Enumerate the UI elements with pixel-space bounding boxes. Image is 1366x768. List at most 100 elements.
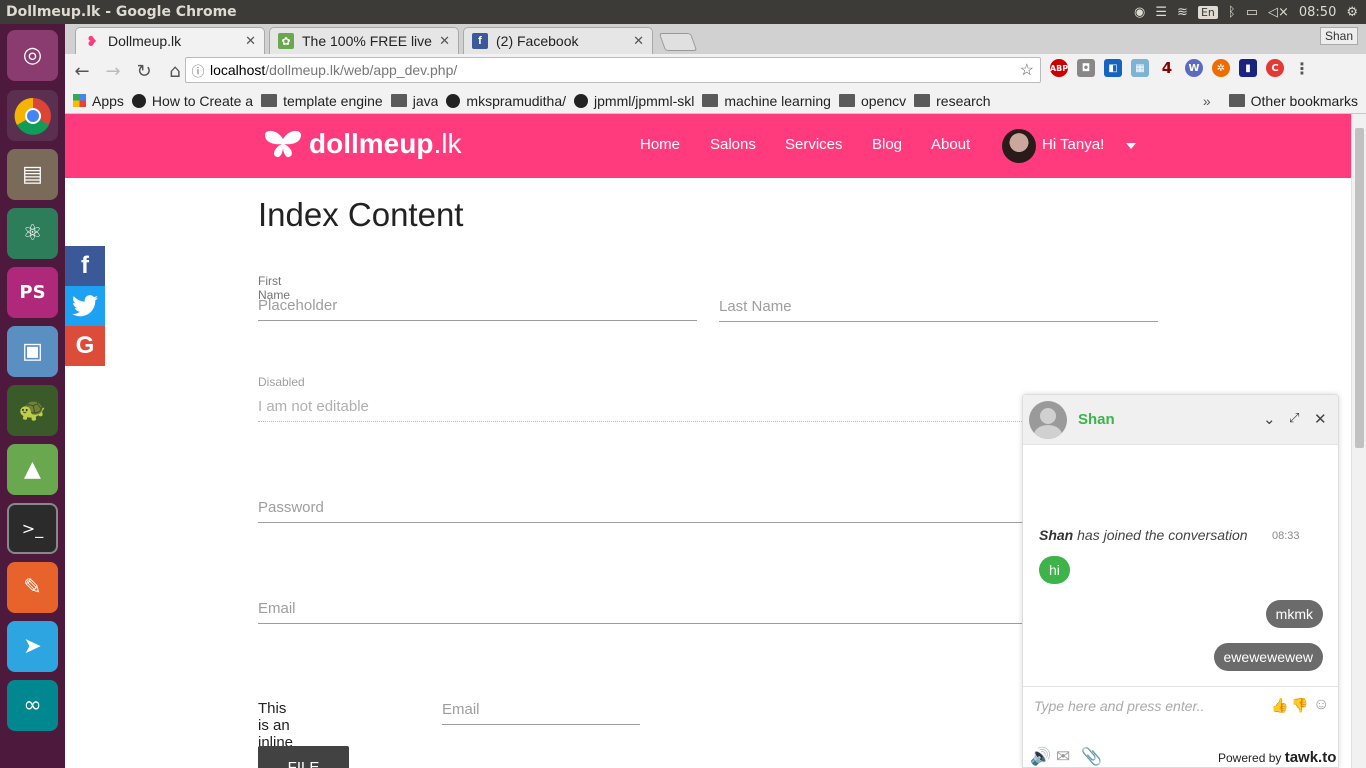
more-bookmarks-icon[interactable]: » (1203, 93, 1211, 109)
terminal-icon[interactable]: >_ (7, 503, 58, 554)
extension-icon[interactable]: ✲ (1212, 59, 1230, 77)
bookmark-folder[interactable]: opencv (838, 93, 906, 109)
folder-icon (914, 94, 931, 107)
star-icon[interactable]: ☆ (1020, 60, 1034, 80)
chat-message-visitor: ewewewewew (1213, 643, 1323, 671)
nav-home[interactable]: Home (640, 136, 680, 153)
extension-icon[interactable]: W (1185, 59, 1203, 77)
tab-free-live[interactable]: ✿ The 100% FREE live ✕ (269, 27, 459, 54)
password-field[interactable] (258, 493, 1058, 523)
tab-title: (2) Facebook (496, 33, 579, 49)
chevron-down-icon[interactable]: ⌄ (1263, 410, 1276, 428)
extension-icon[interactable]: ◧ (1104, 59, 1122, 77)
window-title: Dollmeup.lk - Google Chrome (6, 4, 237, 20)
logo-tld: .lk (433, 128, 462, 159)
email-icon[interactable]: ✉ (1056, 747, 1070, 767)
bluetooth-icon[interactable]: ᛒ (1228, 5, 1236, 20)
facebook-share-button[interactable]: f (65, 246, 105, 286)
gear-icon[interactable]: ⚙ (1346, 5, 1358, 20)
scrollbar-thumb[interactable] (1355, 128, 1364, 448)
nav-services[interactable]: Services (785, 136, 843, 153)
telegram-icon[interactable]: ➤ (7, 621, 58, 672)
battery-icon[interactable]: ▭ (1246, 5, 1258, 20)
email-field[interactable] (258, 594, 1058, 624)
bookmark-folder[interactable]: research (914, 93, 991, 109)
bookmark-item[interactable]: jpmml/jpmml-skl (574, 93, 694, 109)
close-icon[interactable]: ✕ (1314, 410, 1327, 428)
forward-icon[interactable]: → (99, 57, 127, 85)
avatar[interactable] (1002, 129, 1036, 163)
wifi-icon[interactable]: ≋ (1177, 5, 1188, 20)
close-icon[interactable]: ✕ (633, 33, 644, 49)
site-logo[interactable]: dollmeup .lk (263, 128, 461, 160)
adblock-icon[interactable]: ABP (1050, 59, 1068, 77)
twitter-share-button[interactable] (65, 286, 105, 326)
disabled-label: Disabled (258, 375, 305, 389)
bookmark-item[interactable]: How to Create a (131, 93, 253, 109)
profile-button[interactable]: Shan (1319, 27, 1358, 45)
info-icon[interactable]: ⓘ (186, 61, 210, 80)
bookmark-apps[interactable]: Apps (73, 93, 124, 109)
keyboard-layout[interactable]: En (1197, 5, 1218, 19)
inline-email-field[interactable] (442, 695, 640, 725)
extension-icon[interactable]: C (1266, 59, 1284, 77)
android-studio-icon[interactable]: ▲ (7, 444, 58, 495)
tab-dollmeup[interactable]: ❥ Dollmeup.lk ✕ (75, 27, 265, 54)
emoji-icon[interactable]: ☺ (1313, 696, 1329, 714)
tab-facebook[interactable]: f (2) Facebook ✕ (463, 27, 653, 54)
thumbs-down-icon[interactable]: 👎 (1291, 697, 1308, 714)
powered-by[interactable]: Powered by tawk.to (1218, 749, 1336, 766)
bookmark-folder[interactable]: template engine (261, 93, 383, 109)
nav-salons[interactable]: Salons (710, 136, 756, 153)
atom-icon[interactable]: ⚛ (7, 208, 58, 259)
speaker-icon[interactable]: 🔊 (1030, 747, 1051, 767)
reload-icon[interactable]: ↻ (130, 57, 158, 85)
bookmark-item[interactable]: mkspramuditha/ (446, 93, 566, 109)
postman-icon[interactable]: ✎ (7, 562, 58, 613)
extension-icon[interactable]: 4 (1158, 59, 1176, 77)
back-icon[interactable]: ← (68, 57, 96, 85)
page-title: Index Content (258, 196, 464, 233)
close-icon[interactable]: ✕ (439, 33, 450, 49)
chevron-down-icon[interactable] (1126, 143, 1136, 149)
twitter-icon (72, 295, 98, 317)
joined-name: Shan (1039, 527, 1074, 543)
address-bar[interactable]: ⓘ localhost/dollmeup.lk/web/app_dev.php/… (185, 57, 1041, 83)
logo-text: dollmeup (309, 128, 434, 159)
site-navbar: dollmeup .lk Home Salons Services Blog Ab… (65, 114, 1351, 178)
ubuntu-dash-icon[interactable]: ◎ (7, 30, 58, 81)
scrollbar[interactable] (1351, 114, 1366, 768)
virtualbox-icon[interactable]: ▣ (7, 326, 58, 377)
google-share-button[interactable]: G (65, 326, 105, 366)
first-name-field[interactable] (258, 291, 697, 321)
phpstorm-icon[interactable]: PS (7, 267, 58, 318)
close-icon[interactable]: ✕ (245, 33, 256, 49)
clock[interactable]: 08:50 (1299, 5, 1336, 20)
user-greeting[interactable]: Hi Tanya! (1042, 136, 1104, 153)
last-name-field[interactable] (719, 292, 1158, 322)
nav-blog[interactable]: Blog (872, 136, 902, 153)
bookmark-icon[interactable]: ▮ (1239, 59, 1257, 77)
menu-icon[interactable]: ⋮ (1293, 59, 1311, 78)
nav-about[interactable]: About (931, 136, 970, 153)
bookmark-folder[interactable]: machine learning (702, 93, 831, 109)
popout-icon[interactable]: ⤢ (1289, 410, 1299, 426)
chat-header[interactable]: Shan ⌄ ⤢ ✕ (1023, 395, 1338, 445)
arduino-icon[interactable]: ∞ (7, 680, 58, 731)
volume-icon[interactable]: ◁× (1268, 5, 1289, 20)
sync-icon[interactable]: ◉ (1134, 5, 1145, 20)
mail-icon[interactable]: ☰ (1155, 5, 1167, 20)
other-bookmarks[interactable]: Other bookmarks (1228, 92, 1358, 109)
attachment-icon[interactable]: 📎 (1081, 747, 1102, 767)
chat-input-area[interactable]: Type here and press enter.. 👍 👎 ☺ 🔊 ✉ 📎 … (1023, 686, 1338, 768)
bookmark-label: Other bookmarks (1250, 92, 1358, 109)
new-tab-button[interactable] (658, 33, 698, 51)
bookmark-folder[interactable]: java (390, 93, 438, 109)
chrome-icon[interactable] (7, 90, 58, 141)
camera-icon[interactable]: ◘ (1077, 59, 1095, 77)
thumbs-up-icon[interactable]: 👍 (1271, 697, 1288, 714)
file-button[interactable]: FILE (258, 746, 349, 768)
files-icon[interactable]: ▤ (7, 149, 58, 200)
turtle-icon[interactable]: 🐢 (7, 385, 58, 436)
extension-icon[interactable]: ▦ (1131, 59, 1149, 77)
